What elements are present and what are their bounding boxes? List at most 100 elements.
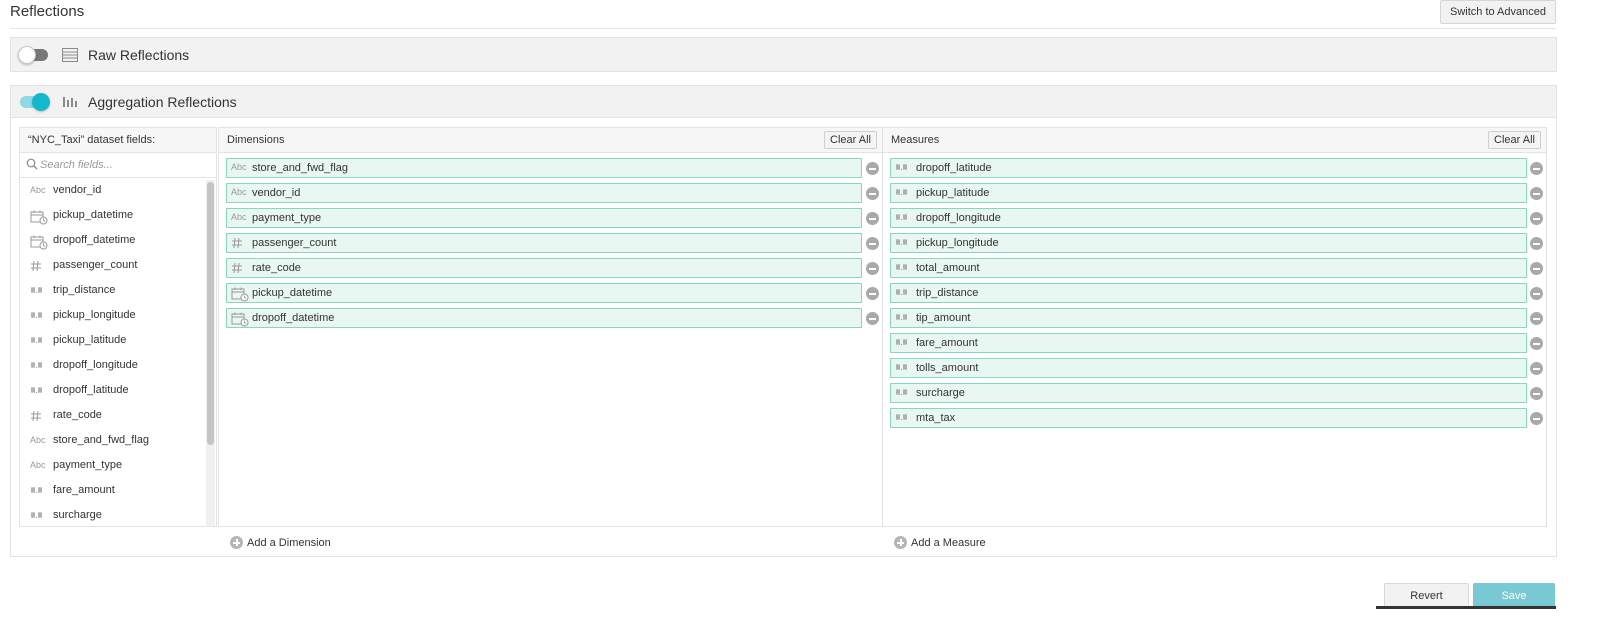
measure-chip[interactable]: trip_distance bbox=[890, 283, 1527, 303]
remove-icon[interactable] bbox=[866, 237, 879, 250]
integer-type-icon bbox=[231, 237, 251, 250]
field-list-item[interactable]: trip_distance bbox=[20, 278, 216, 303]
remove-icon[interactable] bbox=[1530, 412, 1543, 425]
datetime-type-icon bbox=[30, 235, 50, 250]
datetime-type-icon bbox=[30, 210, 50, 225]
remove-icon[interactable] bbox=[1530, 262, 1543, 275]
integer-type-icon bbox=[30, 410, 50, 422]
remove-icon[interactable] bbox=[866, 312, 879, 325]
measure-chip[interactable]: dropoff_latitude bbox=[890, 158, 1527, 178]
measure-chip[interactable]: total_amount bbox=[890, 258, 1527, 278]
field-list-item[interactable]: Abc store_and_fwd_flag bbox=[20, 428, 216, 453]
field-name: passenger_count bbox=[53, 259, 138, 271]
scrollbar-thumb[interactable] bbox=[207, 182, 214, 445]
field-list-item[interactable]: dropoff_datetime bbox=[20, 228, 216, 253]
remove-icon[interactable] bbox=[1530, 212, 1543, 225]
chip-label: trip_distance bbox=[916, 287, 979, 299]
add-circle-icon bbox=[230, 536, 243, 549]
field-name: dropoff_latitude bbox=[53, 384, 129, 396]
remove-icon[interactable] bbox=[1530, 162, 1543, 175]
measure-chip[interactable]: mta_tax bbox=[890, 408, 1527, 428]
text-type-icon: Abc bbox=[231, 212, 251, 225]
measure-chip[interactable]: tolls_amount bbox=[890, 358, 1527, 378]
measure-chip[interactable]: dropoff_longitude bbox=[890, 208, 1527, 228]
field-list-item[interactable]: Abc payment_type bbox=[20, 453, 216, 478]
chip-label: tip_amount bbox=[916, 312, 971, 324]
measure-chip[interactable]: pickup_latitude bbox=[890, 183, 1527, 203]
remove-icon[interactable] bbox=[1530, 237, 1543, 250]
remove-icon[interactable] bbox=[866, 287, 879, 300]
text-type-icon: Abc bbox=[231, 187, 251, 200]
text-type-label: Abc bbox=[231, 187, 247, 197]
field-name: surcharge bbox=[53, 509, 102, 521]
table-rows-icon bbox=[62, 48, 78, 62]
text-type-icon: Abc bbox=[30, 185, 50, 197]
field-name: trip_distance bbox=[53, 284, 116, 296]
dimension-chip[interactable]: pickup_datetime bbox=[226, 283, 862, 303]
chip-label: dropoff_longitude bbox=[916, 212, 1001, 224]
measure-chip[interactable]: surcharge bbox=[890, 383, 1527, 403]
field-list-item[interactable]: Abc vendor_id bbox=[20, 178, 216, 203]
dimension-chip[interactable]: passenger_count bbox=[226, 233, 862, 253]
chip-label: vendor_id bbox=[252, 187, 301, 199]
measure-chip[interactable]: tip_amount bbox=[890, 308, 1527, 328]
chip-label: fare_amount bbox=[916, 337, 978, 349]
decimal-type-icon bbox=[895, 412, 915, 425]
field-list-item[interactable]: passenger_count bbox=[20, 253, 216, 278]
measure-chip[interactable]: fare_amount bbox=[890, 333, 1527, 353]
bar-chart-icon bbox=[63, 97, 77, 107]
datetime-type-icon bbox=[231, 312, 251, 327]
field-list-item[interactable]: pickup_latitude bbox=[20, 328, 216, 353]
dimensions-clear-all-button[interactable]: Clear All bbox=[824, 131, 877, 149]
remove-icon[interactable] bbox=[1530, 362, 1543, 375]
remove-icon[interactable] bbox=[866, 187, 879, 200]
search-fields-input[interactable] bbox=[40, 156, 210, 174]
aggregation-reflections-label: Aggregation Reflections bbox=[88, 94, 237, 110]
dimension-chip[interactable]: Abc payment_type bbox=[226, 208, 862, 228]
dimensions-header: Dimensions Clear All bbox=[219, 128, 882, 153]
remove-icon[interactable] bbox=[1530, 312, 1543, 325]
remove-icon[interactable] bbox=[1530, 337, 1543, 350]
raw-reflections-bar: Raw Reflections bbox=[10, 37, 1557, 72]
remove-icon[interactable] bbox=[1530, 287, 1543, 300]
switch-to-advanced-button[interactable]: Switch to Advanced bbox=[1440, 0, 1556, 24]
field-list-item[interactable]: fare_amount bbox=[20, 478, 216, 503]
chip-label: total_amount bbox=[916, 262, 980, 274]
text-type-icon: Abc bbox=[30, 460, 50, 472]
decimal-type-icon bbox=[895, 187, 915, 200]
field-list-item[interactable]: pickup_datetime bbox=[20, 203, 216, 228]
measures-title: Measures bbox=[891, 134, 940, 146]
dimension-chip[interactable]: rate_code bbox=[226, 258, 862, 278]
chip-label: tolls_amount bbox=[916, 362, 979, 374]
dimension-chip[interactable]: dropoff_datetime bbox=[226, 308, 862, 328]
remove-icon[interactable] bbox=[1530, 387, 1543, 400]
add-dimension-label: Add a Dimension bbox=[247, 537, 331, 549]
measure-chip[interactable]: pickup_longitude bbox=[890, 233, 1527, 253]
aggregation-reflections-toggle[interactable] bbox=[20, 93, 50, 111]
field-list-item[interactable]: dropoff_longitude bbox=[20, 353, 216, 378]
text-type-label: Abc bbox=[30, 460, 46, 470]
dimension-chip[interactable]: Abc store_and_fwd_flag bbox=[226, 158, 862, 178]
integer-type-icon bbox=[231, 262, 251, 275]
raw-reflections-toggle[interactable] bbox=[18, 46, 48, 64]
remove-icon[interactable] bbox=[1530, 187, 1543, 200]
measures-clear-all-button[interactable]: Clear All bbox=[1488, 131, 1541, 149]
remove-icon[interactable] bbox=[866, 212, 879, 225]
chip-label: store_and_fwd_flag bbox=[252, 162, 349, 174]
field-name: store_and_fwd_flag bbox=[53, 434, 150, 446]
field-name: rate_code bbox=[53, 409, 102, 421]
remove-icon[interactable] bbox=[866, 262, 879, 275]
field-name: dropoff_longitude bbox=[53, 359, 138, 371]
decimal-type-icon bbox=[30, 510, 50, 522]
dataset-fields-header: “NYC_Taxi” dataset fields: bbox=[20, 128, 216, 153]
chip-label: pickup_datetime bbox=[252, 287, 333, 299]
chip-label: passenger_count bbox=[252, 237, 337, 249]
field-list-item[interactable]: surcharge bbox=[20, 503, 216, 526]
remove-icon[interactable] bbox=[866, 162, 879, 175]
field-list-item[interactable]: rate_code bbox=[20, 403, 216, 428]
field-list-item[interactable]: pickup_longitude bbox=[20, 303, 216, 328]
fields-scrollbar[interactable] bbox=[206, 180, 215, 526]
header-divider bbox=[10, 28, 1556, 29]
dimension-chip[interactable]: Abc vendor_id bbox=[226, 183, 862, 203]
field-list-item[interactable]: dropoff_latitude bbox=[20, 378, 216, 403]
